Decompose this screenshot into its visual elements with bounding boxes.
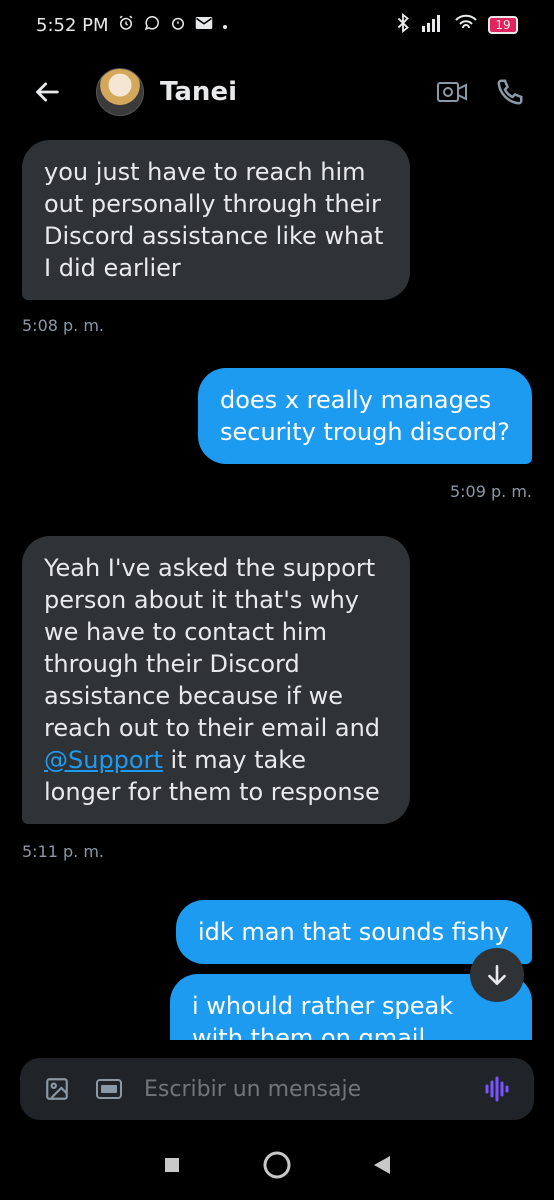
mail-icon (195, 15, 213, 36)
video-call-button[interactable] (432, 72, 472, 112)
gif-button[interactable] (92, 1072, 126, 1106)
image-button[interactable] (40, 1072, 74, 1106)
system-navigation-bar (0, 1130, 554, 1200)
home-button[interactable] (257, 1145, 297, 1185)
image-icon (46, 1078, 68, 1100)
square-icon (165, 1158, 180, 1172)
arrow-left-icon (36, 82, 59, 102)
message-input[interactable] (142, 1075, 480, 1103)
whatsapp-icon (143, 14, 161, 37)
message-text: does x really manages security trough di… (220, 386, 510, 446)
message-list[interactable]: you just have to reach him out personall… (0, 130, 554, 1040)
voice-call-button[interactable] (490, 72, 530, 112)
video-camera-icon (437, 82, 467, 102)
bluetooth-icon (396, 12, 410, 38)
scroll-to-bottom-button[interactable] (470, 948, 524, 1002)
message-text: idk man that sounds fishy (198, 918, 509, 946)
clock-icon (169, 14, 187, 37)
message-timestamp: 5:08 p. m. (22, 316, 105, 335)
message-text: i whould rather speak with them on gmail (192, 992, 454, 1040)
contact-avatar[interactable] (96, 68, 144, 116)
message-bubble-incoming[interactable]: Yeah I've asked the support person about… (22, 536, 410, 824)
dot-icon (221, 15, 229, 36)
message-bubble-incoming[interactable]: you just have to reach him out personall… (22, 140, 410, 300)
phone-icon (497, 79, 523, 105)
status-right: 19 (396, 12, 518, 38)
status-left: 5:52 PM (36, 14, 229, 37)
gif-icon (96, 1079, 122, 1099)
message-text: Yeah I've asked the support person about… (44, 554, 381, 742)
message-timestamp: 5:11 p. m. (22, 842, 105, 861)
back-button[interactable] (24, 68, 72, 116)
battery-indicator: 19 (488, 16, 518, 34)
message-text: you just have to reach him out personall… (44, 158, 384, 282)
conversation-header: Tanei (0, 56, 554, 128)
recents-button[interactable] (152, 1145, 192, 1185)
signal-icon (420, 14, 444, 37)
status-bar: 5:52 PM 19 (0, 0, 554, 50)
wifi-icon (454, 14, 478, 37)
voice-message-button[interactable] (480, 1072, 514, 1106)
message-timestamp: 5:09 p. m. (449, 482, 532, 501)
back-nav-button[interactable] (362, 1145, 402, 1185)
circle-icon (263, 1151, 291, 1179)
message-composer (20, 1058, 534, 1120)
message-bubble-outgoing[interactable]: does x really manages security trough di… (198, 368, 532, 464)
mention-link[interactable]: @Support (44, 746, 163, 774)
triangle-back-icon (373, 1156, 390, 1174)
status-time: 5:52 PM (36, 14, 109, 36)
contact-name[interactable]: Tanei (160, 77, 414, 107)
arrow-down-icon (488, 965, 506, 985)
voice-waveform-icon (485, 1076, 509, 1102)
alarm-icon (117, 14, 135, 37)
